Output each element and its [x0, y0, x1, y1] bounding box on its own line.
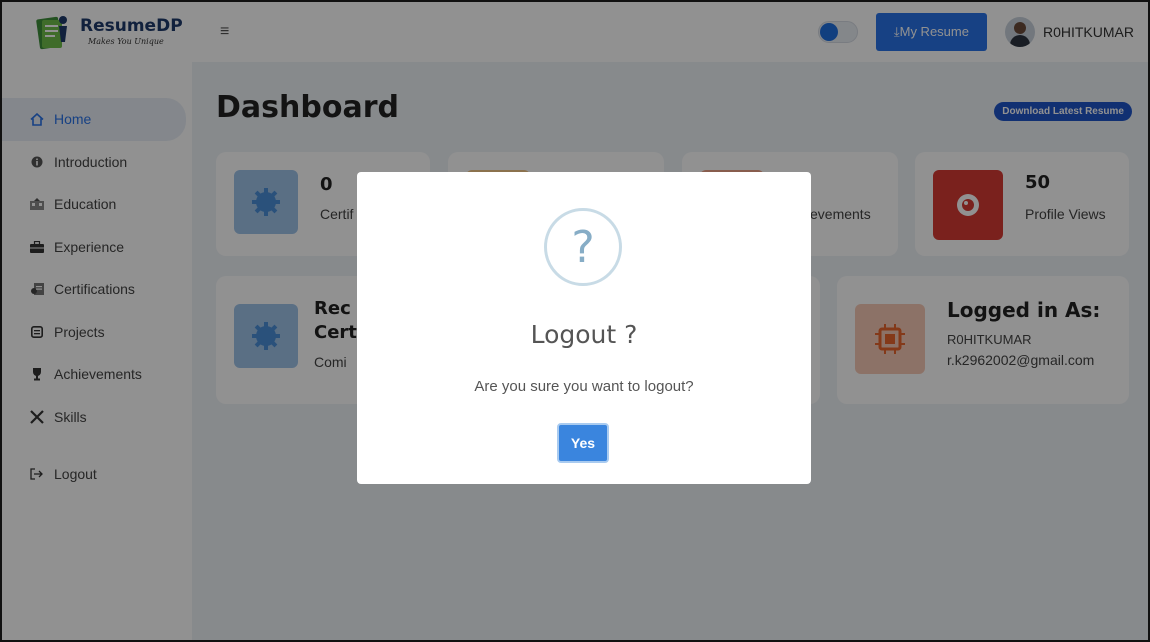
- question-glyph: ?: [571, 221, 595, 273]
- app-frame: ResumeDP Makes You Unique ≡ ⤓My Resume R…: [0, 0, 1150, 642]
- dialog-title: Logout ?: [530, 320, 638, 349]
- logout-dialog: ? Logout ? Are you sure you want to logo…: [357, 172, 811, 484]
- yes-button[interactable]: Yes: [557, 423, 609, 463]
- dialog-message: Are you sure you want to logout?: [474, 378, 694, 395]
- question-icon: ?: [544, 208, 622, 286]
